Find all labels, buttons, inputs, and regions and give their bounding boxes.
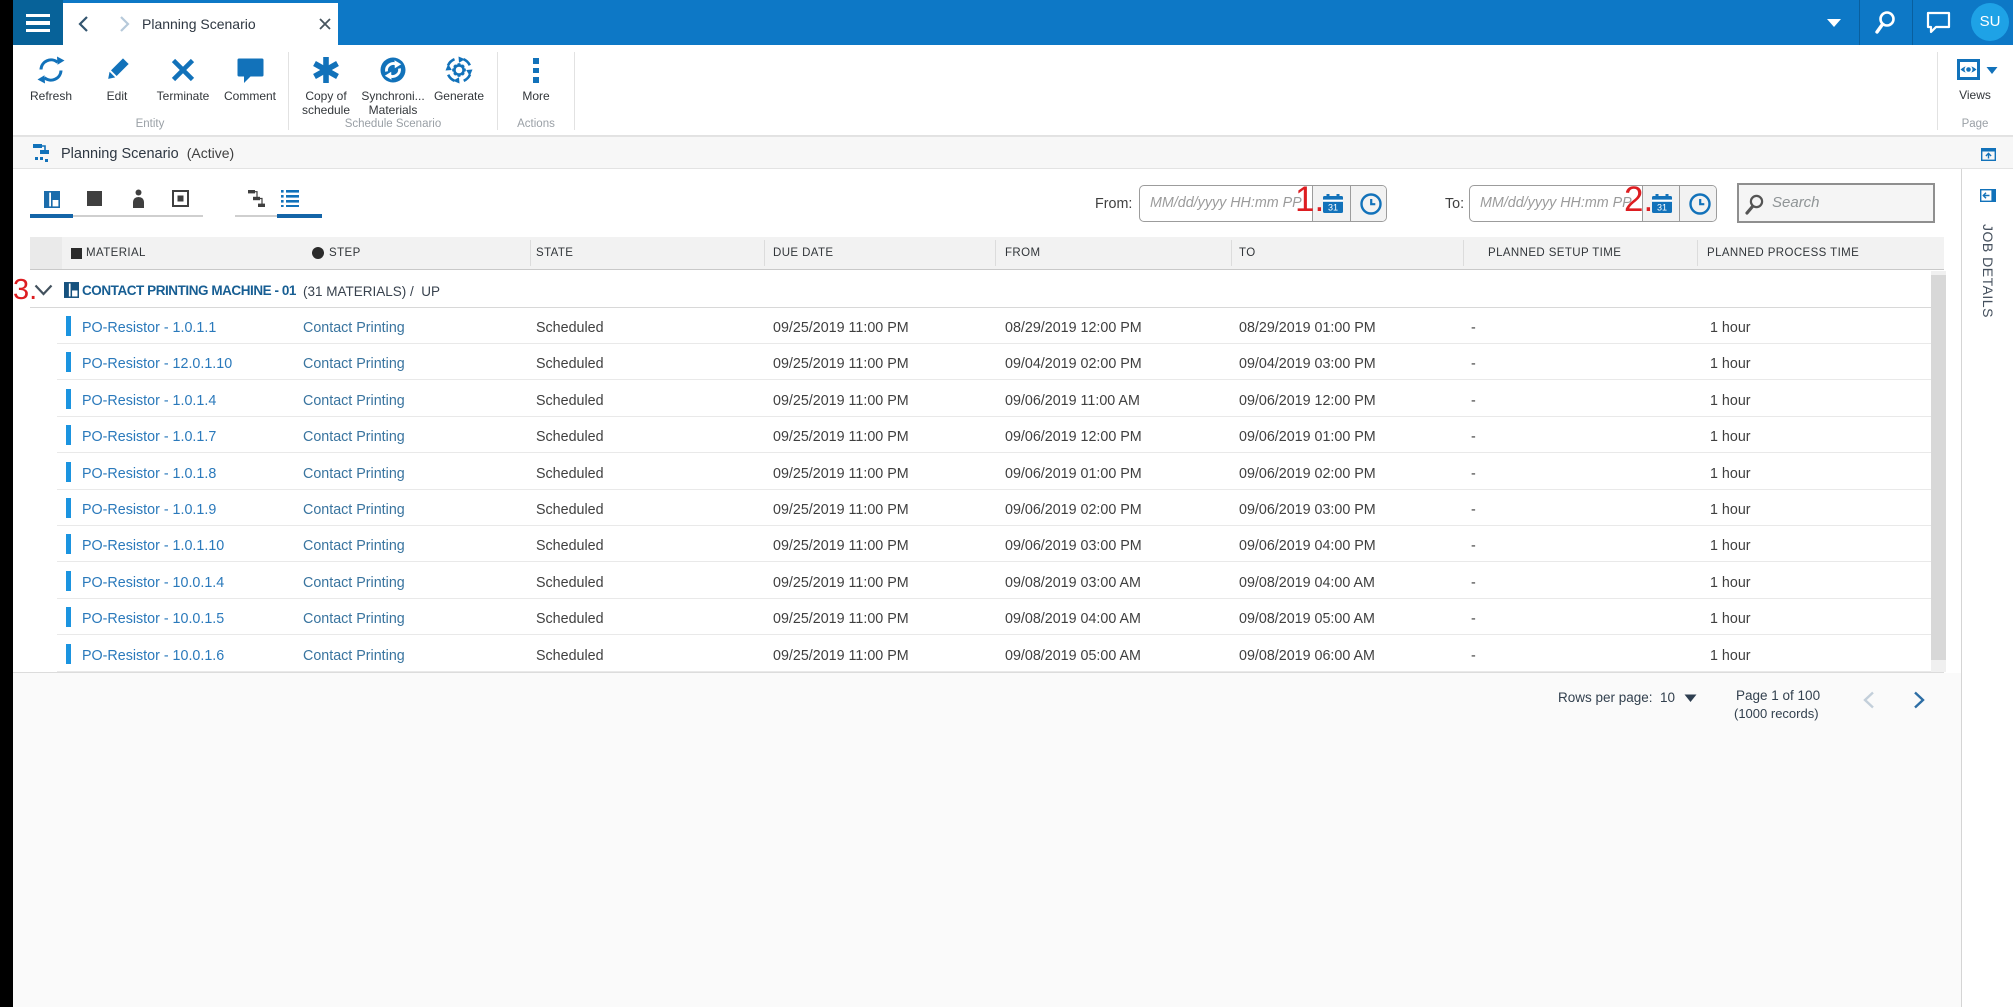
svg-text:31: 31 — [1328, 203, 1338, 213]
svg-text:31: 31 — [1657, 203, 1667, 213]
